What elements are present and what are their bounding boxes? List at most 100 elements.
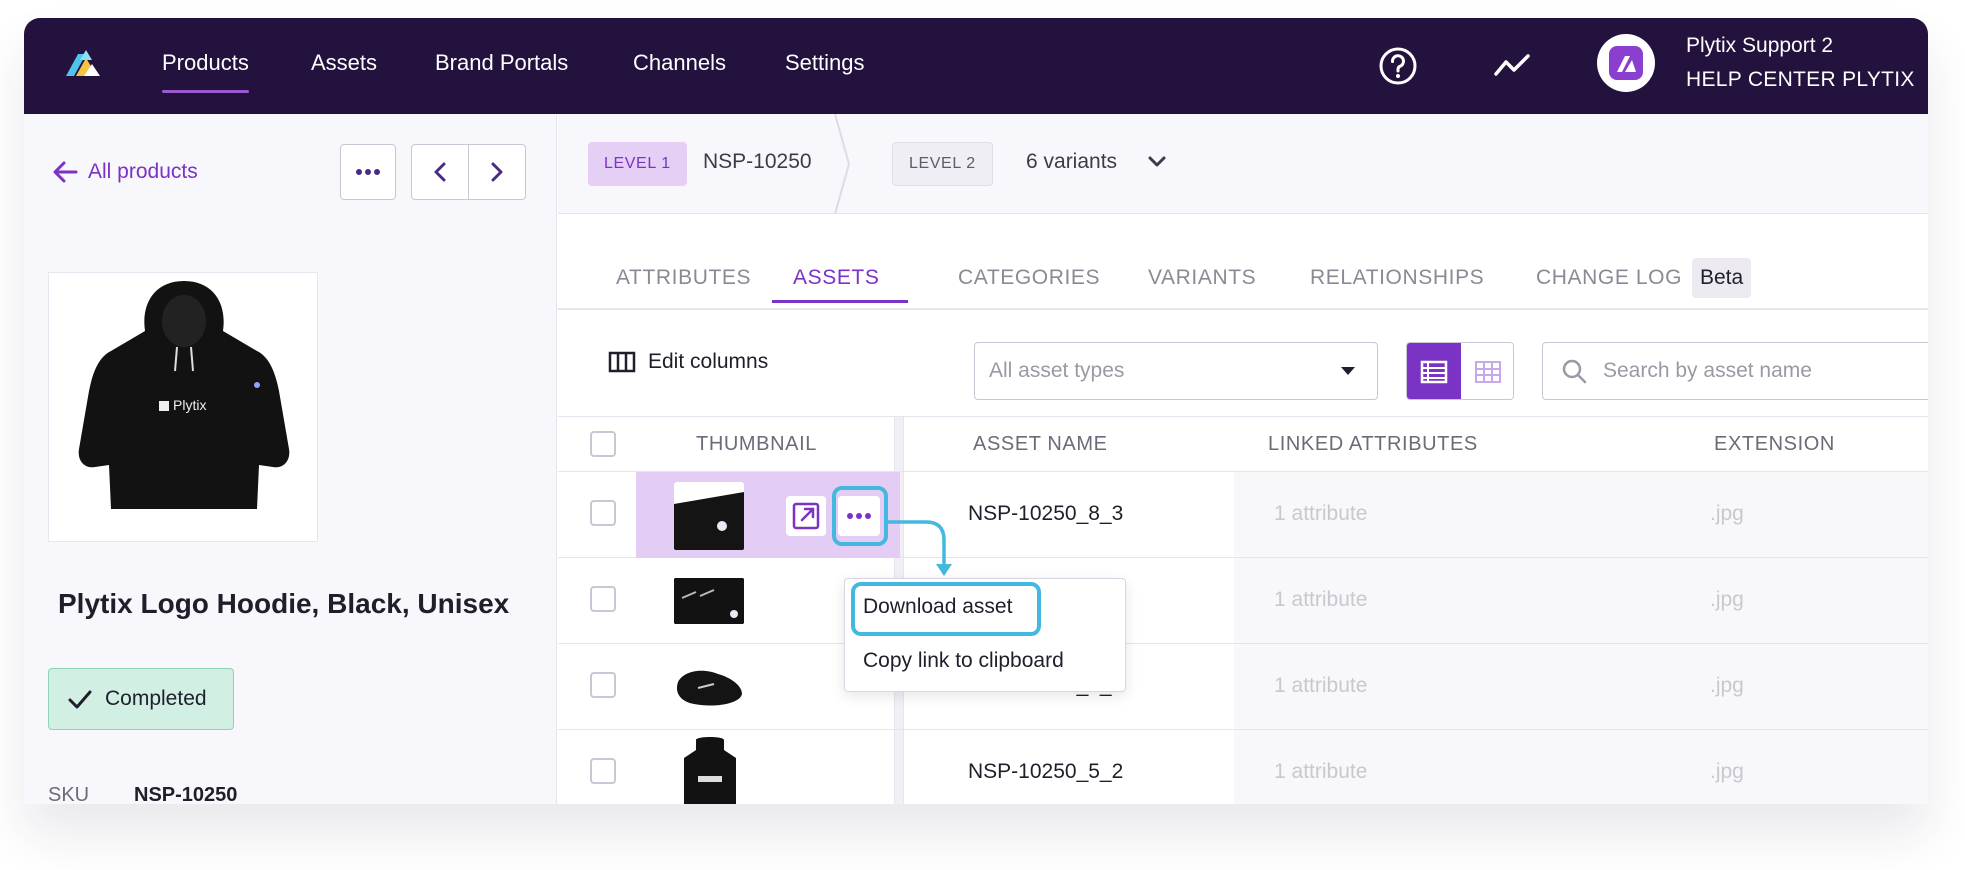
linked-attributes: 1 attribute <box>1274 760 1368 783</box>
arrow-left-icon <box>53 161 78 183</box>
select-all-checkbox[interactable] <box>590 431 616 457</box>
level-1-value[interactable]: NSP-10250 <box>703 150 812 174</box>
nav-assets[interactable]: Assets <box>311 50 377 76</box>
status-label: Completed <box>105 687 207 710</box>
beta-badge: Beta <box>1692 258 1752 298</box>
asset-thumbnail[interactable] <box>674 664 744 710</box>
table-row[interactable]: NSP-10250_8_3 1 attribute .jpg <box>558 472 1928 558</box>
assets-table: THUMBNAIL ASSET NAME LINKED ATTRIBUTES E… <box>558 416 1928 804</box>
sku-label: SKU <box>48 784 90 804</box>
search-icon <box>1562 359 1587 384</box>
asset-name[interactable]: NSP-10250_8_3 <box>968 502 1123 526</box>
tab-relationships[interactable]: RELATIONSHIPS <box>1310 266 1484 290</box>
table-row[interactable]: NSP-10250_6_3 1 attribute .jpg <box>558 644 1928 730</box>
view-toggle <box>1406 342 1514 400</box>
copy-link-menu-item[interactable]: Copy link to clipboard <box>863 649 1064 673</box>
more-actions-button[interactable] <box>340 144 396 200</box>
header-extension[interactable]: EXTENSION <box>1714 433 1835 456</box>
external-link-icon <box>792 502 820 530</box>
analytics-icon[interactable] <box>1492 46 1532 86</box>
linked-attributes: 1 attribute <box>1274 588 1368 611</box>
breadcrumb-separator-icon <box>834 114 851 214</box>
list-view-icon <box>1420 360 1448 384</box>
help-icon[interactable] <box>1378 46 1418 86</box>
row-checkbox[interactable] <box>590 672 616 698</box>
level-breadcrumb: LEVEL 1 NSP-10250 LEVEL 2 6 variants <box>558 114 1928 214</box>
hoodie-logo-text: Plytix <box>173 397 206 413</box>
table-row[interactable]: 1 attribute .jpg <box>558 558 1928 644</box>
linked-attributes: 1 attribute <box>1274 502 1368 525</box>
extension: .jpg <box>1710 502 1744 525</box>
back-link-label: All products <box>88 160 198 183</box>
level-2-value[interactable]: 6 variants <box>1026 150 1117 174</box>
product-sidebar: All products Plytix Plytix Logo Hoodie, … <box>24 114 557 804</box>
asset-thumbnail[interactable] <box>674 482 744 550</box>
product-title: Plytix Logo Hoodie, Black, Unisex <box>58 588 510 619</box>
asset-thumbnail[interactable] <box>674 578 744 624</box>
grid-view-icon <box>1475 361 1501 383</box>
asset-type-select[interactable]: All asset types <box>974 342 1378 400</box>
top-navigation-bar: Products Assets Brand Portals Channels S… <box>24 18 1928 114</box>
checkmark-icon <box>68 690 92 709</box>
thumbnail-image <box>674 578 744 624</box>
user-organization[interactable]: HELP CENTER PLYTIX <box>1686 68 1915 92</box>
level-1-badge[interactable]: LEVEL 1 <box>588 142 687 186</box>
chevron-right-icon <box>491 162 503 182</box>
header-asset-name[interactable]: ASSET NAME <box>973 433 1108 456</box>
row-checkbox[interactable] <box>590 586 616 612</box>
edit-columns-button[interactable]: Edit columns <box>608 350 768 374</box>
level-2-badge[interactable]: LEVEL 2 <box>892 142 993 186</box>
app-window: Products Assets Brand Portals Channels S… <box>24 18 1928 804</box>
table-row[interactable]: NSP-10250_5_2 1 attribute .jpg <box>558 730 1928 804</box>
previous-product-button[interactable] <box>411 144 469 200</box>
asset-thumbnail[interactable] <box>682 736 738 804</box>
tab-change-log[interactable]: CHANGE LOG <box>1536 266 1682 290</box>
product-detail-panel: LEVEL 1 NSP-10250 LEVEL 2 6 variants ATT… <box>558 114 1928 804</box>
tab-variants[interactable]: VARIANTS <box>1148 266 1256 290</box>
chevron-left-icon <box>434 162 446 182</box>
grid-view-button[interactable] <box>1461 343 1513 399</box>
extension: .jpg <box>1710 674 1744 697</box>
table-header: THUMBNAIL ASSET NAME LINKED ATTRIBUTES E… <box>558 416 1928 472</box>
tab-attributes[interactable]: ATTRIBUTES <box>616 266 751 290</box>
user-avatar[interactable] <box>1597 34 1655 92</box>
nav-channels[interactable]: Channels <box>633 50 726 76</box>
edit-columns-label: Edit columns <box>648 350 769 373</box>
chevron-down-icon[interactable] <box>1146 154 1168 170</box>
back-to-products-link[interactable]: All products <box>52 160 198 184</box>
thumbnail-image <box>676 670 742 706</box>
assets-toolbar: Edit columns All asset types Search by a… <box>558 312 1928 416</box>
asset-context-menu: Download asset Copy link to clipboard <box>844 578 1126 692</box>
hoodie-image: Plytix <box>78 281 290 509</box>
row-checkbox[interactable] <box>590 500 616 526</box>
columns-icon <box>608 351 636 373</box>
asset-type-placeholder: All asset types <box>989 359 1125 382</box>
search-placeholder: Search by asset name <box>1603 359 1812 382</box>
product-image[interactable]: Plytix <box>48 272 318 542</box>
dropdown-caret-icon <box>1341 367 1355 375</box>
active-tab-indicator <box>772 300 908 303</box>
thumbnail-image <box>684 737 736 804</box>
asset-name[interactable]: NSP-10250_5_2 <box>968 760 1123 784</box>
download-asset-menu-item[interactable]: Download asset <box>863 595 1012 619</box>
open-asset-button[interactable] <box>786 496 826 536</box>
extension: .jpg <box>1710 760 1744 783</box>
asset-search-input[interactable]: Search by asset name <box>1542 342 1928 400</box>
nav-brand-portals[interactable]: Brand Portals <box>435 50 568 76</box>
list-view-button[interactable] <box>1407 343 1461 399</box>
next-product-button[interactable] <box>468 144 526 200</box>
avatar-logo-icon <box>1609 46 1643 80</box>
row-checkbox[interactable] <box>590 758 616 784</box>
user-name[interactable]: Plytix Support 2 <box>1686 34 1833 58</box>
nav-settings[interactable]: Settings <box>785 50 865 76</box>
status-badge[interactable]: Completed <box>48 668 234 730</box>
tab-categories[interactable]: CATEGORIES <box>958 266 1100 290</box>
header-linked-attributes[interactable]: LINKED ATTRIBUTES <box>1268 433 1478 456</box>
plytix-logo-icon[interactable] <box>62 46 104 82</box>
ellipsis-icon <box>356 169 380 175</box>
nav-products[interactable]: Products <box>162 50 249 93</box>
sku-value: NSP-10250 <box>134 784 238 804</box>
thumbnail-image <box>674 482 744 550</box>
tab-assets[interactable]: ASSETS <box>793 266 879 290</box>
header-thumbnail[interactable]: THUMBNAIL <box>696 433 817 456</box>
